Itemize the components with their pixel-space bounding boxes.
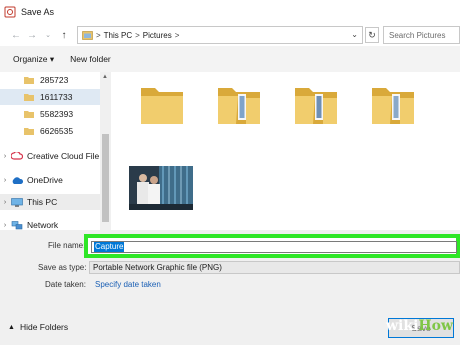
title-bar: Save As — [0, 0, 460, 24]
file-name-value: Capture — [94, 242, 125, 252]
pictures-location-icon — [82, 31, 93, 40]
sidebar-item-label: 6626535 — [40, 126, 74, 136]
folder-icon[interactable] — [370, 82, 416, 128]
watermark-part2: How — [418, 318, 454, 334]
folder-icon — [24, 76, 34, 84]
folder-icon[interactable] — [216, 82, 262, 128]
chevron-right-icon[interactable]: › — [0, 153, 10, 160]
sidebar-item-label: OneDrive — [27, 175, 63, 185]
file-name-input[interactable]: Capture — [91, 241, 457, 253]
chevron-right-icon[interactable]: › — [0, 199, 10, 206]
sidebar-item-5582393[interactable]: 5582393 — [0, 106, 100, 122]
sidebar-item-6626535[interactable]: 6626535 — [0, 123, 100, 139]
sidebar-item-label: 1611733 — [40, 92, 73, 102]
sidebar-scrollbar[interactable]: ▲ — [100, 72, 111, 230]
new-folder-button[interactable]: New folder — [70, 54, 111, 64]
watermark-logo: wikiHow — [386, 318, 453, 334]
address-box[interactable]: > This PC > Pictures > ⌄ — [77, 26, 363, 44]
computer-icon — [10, 197, 24, 207]
chevron-up-icon: ▲ — [8, 323, 15, 331]
sidebar-item-this-pc[interactable]: › This PC — [0, 194, 100, 210]
network-icon — [10, 220, 24, 230]
scroll-up-arrow-icon[interactable]: ▲ — [102, 74, 108, 80]
date-taken-label: Date taken: — [45, 280, 86, 289]
breadcrumb-separator: > — [135, 30, 140, 40]
hide-folders-button[interactable]: ▲ Hide Folders — [8, 322, 68, 332]
folder-icon[interactable] — [293, 82, 339, 128]
breadcrumb-separator: > — [174, 30, 180, 40]
navigation-pane: 285723 1611733 5582393 6626535 › Creativ… — [0, 72, 111, 230]
sidebar-item-creative-cloud[interactable]: › Creative Cloud File — [0, 148, 100, 164]
file-name-label: File name: — [48, 241, 86, 250]
chevron-right-icon[interactable]: › — [0, 222, 10, 229]
hide-folders-label: Hide Folders — [19, 322, 69, 332]
sidebar-item-label: Network — [27, 220, 59, 230]
chevron-right-icon[interactable]: › — [0, 177, 10, 184]
refresh-icon[interactable]: ↻ — [365, 27, 379, 43]
search-placeholder: Search Pictures — [389, 30, 446, 40]
sidebar-item-label: This PC — [27, 197, 58, 207]
breadcrumb-pictures[interactable]: Pictures — [143, 31, 172, 40]
breadcrumb-this-pc[interactable]: This PC — [104, 31, 132, 40]
sidebar-item-onedrive[interactable]: › OneDrive — [0, 172, 100, 188]
folder-icon[interactable] — [139, 82, 185, 128]
sidebar-item-label: Creative Cloud File — [27, 151, 100, 161]
watermark-part1: wiki — [386, 318, 419, 334]
address-bar-row: ← → ⌄ ↑ > This PC > Pictures > ⌄ ↻ Searc… — [0, 24, 460, 46]
sidebar-item-285723[interactable]: 285723 — [0, 72, 100, 88]
sidebar-item-label: 5582393 — [40, 109, 74, 119]
address-dropdown-icon[interactable]: ⌄ — [351, 30, 358, 39]
search-input[interactable]: Search Pictures — [383, 26, 460, 44]
onedrive-icon — [10, 176, 24, 184]
breadcrumb-separator: > — [96, 30, 101, 40]
command-toolbar: Organize ▾ New folder — [0, 46, 460, 72]
save-as-app-icon — [4, 6, 16, 18]
save-as-type-value: Portable Network Graphic file (PNG) — [93, 263, 222, 272]
folder-icon — [24, 127, 34, 135]
organize-button[interactable]: Organize ▾ — [13, 54, 54, 65]
sidebar-item-network[interactable]: › Network — [0, 217, 100, 230]
save-as-type-label: Save as type: — [38, 263, 87, 272]
file-name-highlight: Capture — [84, 234, 460, 258]
image-thumbnail[interactable] — [129, 166, 193, 210]
specify-date-taken-link[interactable]: Specify date taken — [95, 280, 161, 289]
save-as-type-select[interactable]: Portable Network Graphic file (PNG) — [89, 261, 460, 274]
up-arrow-icon[interactable]: ↑ — [56, 26, 72, 44]
folder-icon — [24, 93, 34, 101]
creative-cloud-icon — [10, 152, 24, 160]
back-arrow-icon[interactable]: ← — [8, 26, 24, 44]
forward-arrow-icon[interactable]: → — [24, 26, 40, 44]
sidebar-item-1611733[interactable]: 1611733 — [0, 89, 100, 105]
save-as-dialog: Save As ← → ⌄ ↑ > This PC > Pictures > ⌄… — [0, 0, 460, 345]
chevron-down-icon[interactable]: ⌄ — [40, 26, 56, 44]
scrollbar-thumb[interactable] — [102, 134, 109, 222]
sidebar-item-label: 285723 — [40, 75, 69, 85]
window-title: Save As — [21, 7, 55, 17]
folder-icon — [24, 110, 34, 118]
